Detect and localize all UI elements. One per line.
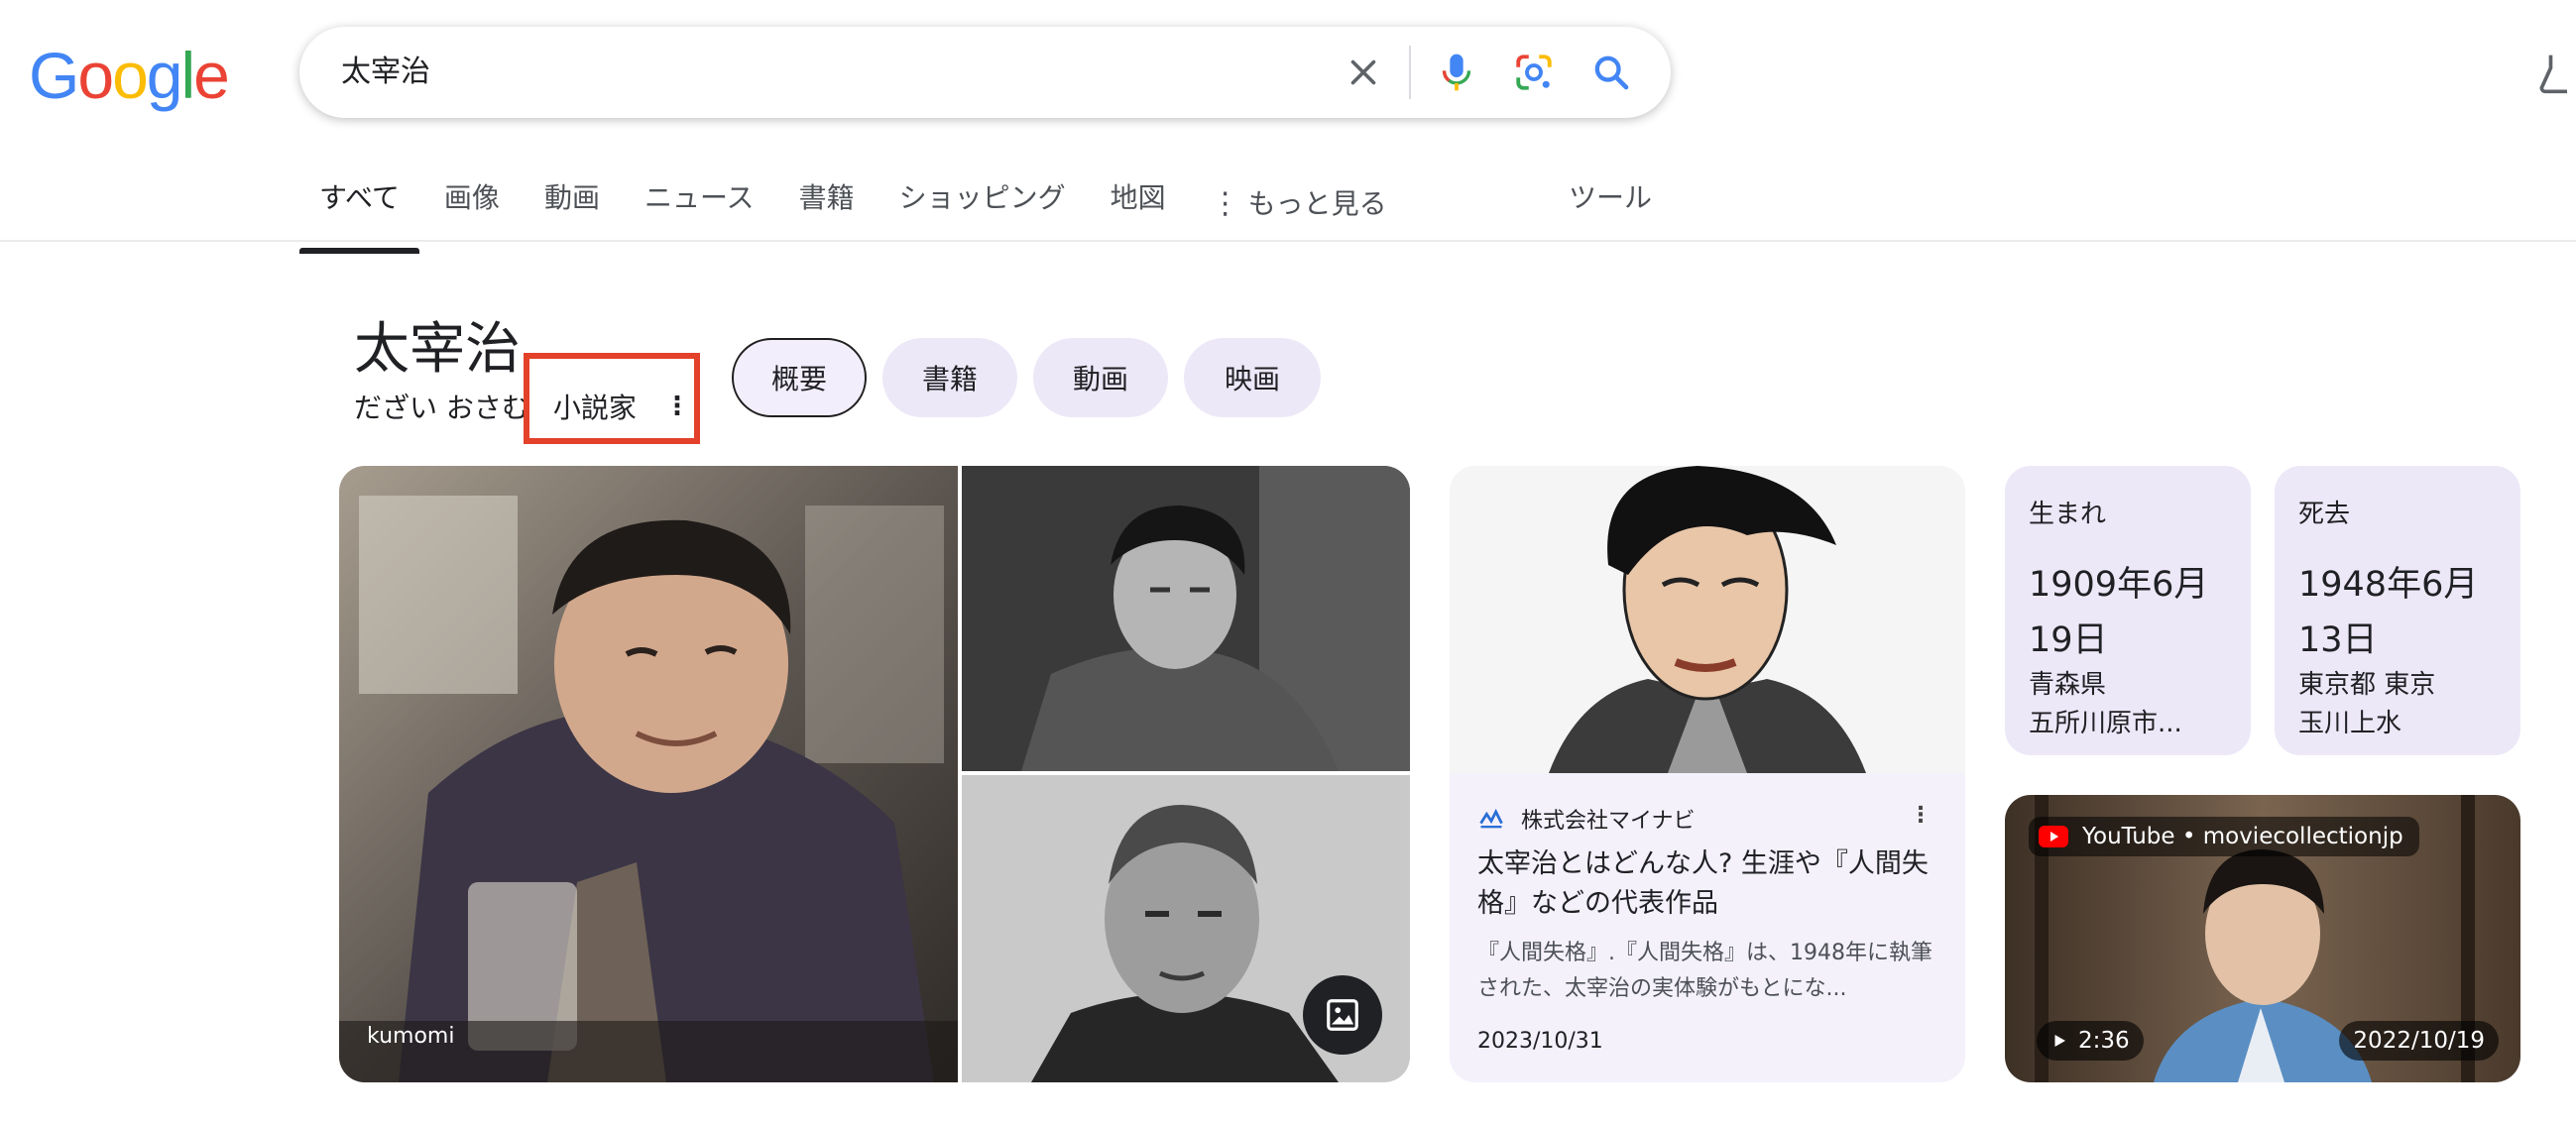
- image-caption: kumomi: [367, 1024, 455, 1049]
- entity-title: 太宰治: [354, 317, 521, 382]
- play-icon: [2054, 1035, 2065, 1047]
- article-title[interactable]: 太宰治とはどんな人? 生涯や『人間失格』などの代表作品: [1477, 844, 1943, 924]
- video-source-badge: YouTube • moviecollectionjp: [2029, 817, 2419, 856]
- search-tabs: すべて 画像 動画 ニュース 書籍 ショッピング 地図 ⋮ もっと見る: [299, 169, 1432, 254]
- fact-place-line: 東京都 東京: [2298, 670, 2436, 700]
- tab-images[interactable]: 画像: [444, 169, 500, 240]
- tab-more[interactable]: ⋮ もっと見る: [1211, 169, 1387, 240]
- tools-button[interactable]: ツール: [1569, 169, 1652, 228]
- search-input[interactable]: 太宰治: [341, 27, 430, 118]
- article-source: 株式会社マイナビ: [1477, 803, 1696, 835]
- microphone-icon[interactable]: [1425, 41, 1488, 104]
- entity-reading: だざい おさむ: [354, 392, 529, 424]
- highlight-annotation-box: [524, 353, 700, 444]
- video-card[interactable]: YouTube • moviecollectionjp 2:36 2022/10…: [2005, 795, 2520, 1082]
- image-icon: [1327, 999, 1358, 1031]
- fact-place: 青森県 五所川原市...: [2029, 666, 2247, 743]
- fact-value: 1948年6月13日: [2298, 565, 2479, 660]
- chip-overview[interactable]: 概要: [732, 338, 867, 417]
- logo-letter: o: [77, 39, 114, 112]
- fact-place-line: 青森県: [2029, 670, 2107, 700]
- tab-more-label: もっと見る: [1247, 187, 1387, 220]
- logo-letter: g: [146, 39, 183, 112]
- labs-flask-icon[interactable]: [2536, 52, 2576, 95]
- search-box[interactable]: 太宰治: [299, 27, 1671, 118]
- nav-divider: [0, 240, 2576, 242]
- tab-all[interactable]: すべて: [299, 169, 419, 254]
- tab-news[interactable]: ニュース: [644, 169, 755, 240]
- mynavi-logo-icon: [1479, 808, 1503, 829]
- video-source-text: YouTube • moviecollectionjp: [2082, 824, 2403, 849]
- fact-value: 1909年6月19日: [2029, 565, 2209, 660]
- chip-videos[interactable]: 動画: [1033, 338, 1168, 417]
- tab-videos[interactable]: 動画: [544, 169, 600, 240]
- google-logo[interactable]: Google: [29, 39, 230, 112]
- fact-card-born[interactable]: 生まれ 1909年6月19日 青森県 五所川原市...: [2005, 466, 2251, 755]
- icon-divider: [1409, 46, 1411, 99]
- video-date: 2022/10/19: [2339, 1021, 2499, 1061]
- entity-chips: 概要 書籍 動画 映画: [732, 338, 1337, 417]
- image-grid: kumomi: [339, 466, 1410, 1082]
- fact-place: 東京都 東京 玉川上水: [2298, 666, 2517, 743]
- article-source-name: 株式会社マイナビ: [1521, 809, 1696, 834]
- more-vert-icon: ⋮: [1210, 186, 1240, 221]
- article-date: 2023/10/31: [1477, 1029, 1603, 1054]
- video-duration: 2:36: [2037, 1021, 2144, 1061]
- chip-books[interactable]: 書籍: [882, 338, 1017, 417]
- article-more-icon[interactable]: ⋮: [1910, 803, 1932, 828]
- portrait-image-bottom-right[interactable]: [962, 775, 1410, 1082]
- tab-books[interactable]: 書籍: [799, 169, 855, 240]
- logo-letter: l: [180, 39, 196, 112]
- logo-letter: e: [193, 39, 230, 112]
- youtube-icon: [2039, 826, 2068, 847]
- fact-card-died[interactable]: 死去 1948年6月13日 東京都 東京 玉川上水: [2275, 466, 2520, 755]
- clear-icon[interactable]: [1332, 41, 1395, 104]
- tab-maps[interactable]: 地図: [1111, 169, 1166, 240]
- video-duration-text: 2:36: [2078, 1028, 2130, 1054]
- article-illustration: [1450, 466, 1965, 773]
- fact-label: 生まれ: [2029, 500, 2107, 529]
- logo-letter: G: [29, 39, 79, 112]
- logo-letter: o: [112, 39, 149, 112]
- article-card[interactable]: 株式会社マイナビ ⋮ 太宰治とはどんな人? 生涯や『人間失格』などの代表作品 『…: [1450, 466, 1965, 1082]
- article-snippet: 『人間失格』.『人間失格』は、1948年に執筆された、太宰治の実体験がもとにな.…: [1477, 941, 1932, 1001]
- chip-movies[interactable]: 映画: [1184, 338, 1321, 417]
- fact-place-line: 五所川原市...: [2029, 709, 2182, 738]
- search-icons: [1318, 27, 1643, 118]
- search-icon[interactable]: [1580, 41, 1643, 104]
- tab-shopping[interactable]: ショッピング: [899, 169, 1066, 240]
- image-more-button[interactable]: [1303, 975, 1382, 1055]
- search-results-page: Google 太宰治 すべて 画像 動画 ニュース 書籍 ショッピング 地図 ⋮…: [0, 0, 2576, 1124]
- lens-camera-icon[interactable]: [1502, 41, 1566, 104]
- fact-label: 死去: [2298, 500, 2351, 529]
- portrait-image-top-right[interactable]: [962, 466, 1410, 771]
- portrait-image-main[interactable]: kumomi: [339, 466, 958, 1082]
- fact-place-line: 玉川上水: [2298, 709, 2402, 738]
